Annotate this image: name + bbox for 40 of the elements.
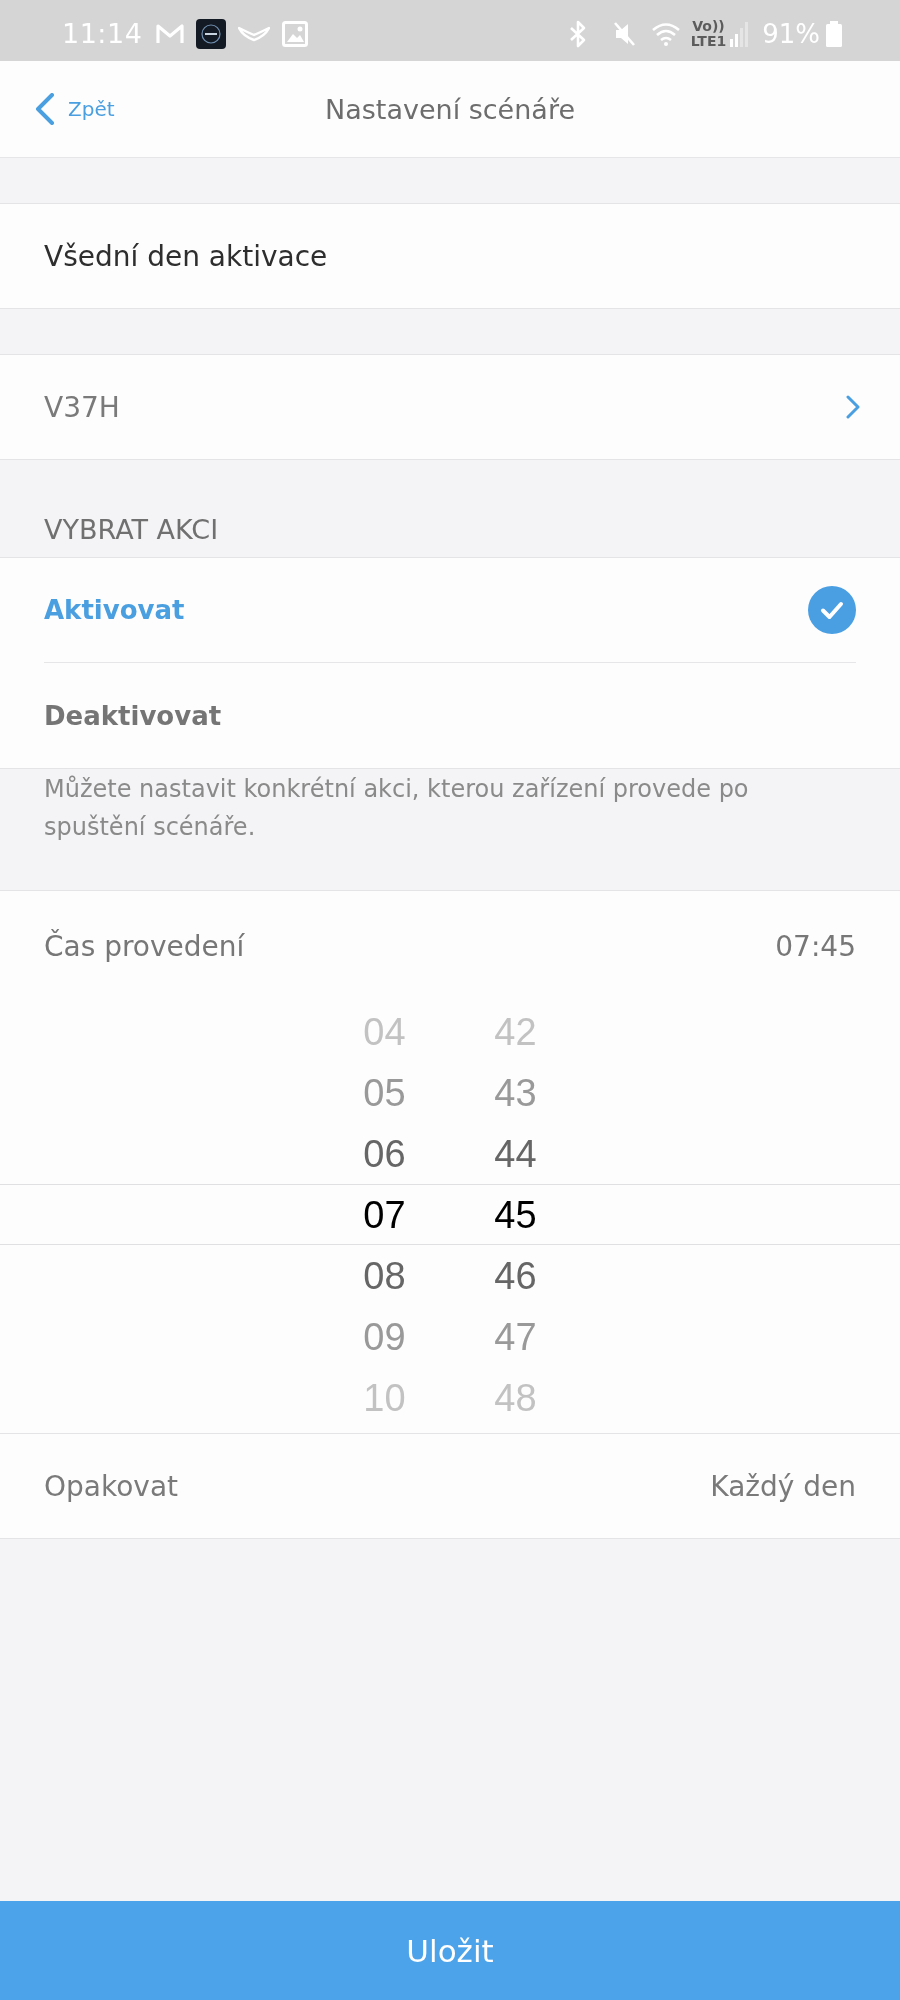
wifi-icon <box>650 21 681 46</box>
minute-option[interactable]: 48 <box>494 1368 537 1429</box>
hour-option[interactable]: 08 <box>363 1246 406 1307</box>
time-value: 07:45 <box>775 930 856 963</box>
chevron-right-icon <box>846 395 860 419</box>
time-label: Čas provedení <box>44 930 245 963</box>
image-icon <box>282 20 309 47</box>
minute-option[interactable]: 43 <box>494 1063 537 1124</box>
scenario-name-row[interactable]: Všední den aktivace <box>0 203 900 309</box>
minute-option[interactable]: 45 <box>494 1185 537 1246</box>
minute-option[interactable]: 44 <box>494 1124 537 1185</box>
hour-option[interactable]: 05 <box>363 1063 406 1124</box>
hour-option[interactable]: 10 <box>363 1368 406 1429</box>
device-row[interactable]: V37H <box>0 354 900 460</box>
check-icon <box>808 586 856 634</box>
hour-option[interactable]: 06 <box>363 1124 406 1185</box>
hour-option[interactable]: 09 <box>363 1307 406 1368</box>
screen-title: Nastavení scénáře <box>325 93 575 125</box>
help-text: Můžete nastavit konkrétní akci, kterou zařízení provede po spuštění scénáře. <box>44 774 750 843</box>
battery-icon <box>826 20 842 47</box>
mute-icon <box>612 20 635 47</box>
bluetooth-icon <box>568 19 587 48</box>
repeat-value: Každý den <box>710 1469 856 1503</box>
signal-icon <box>730 20 749 47</box>
back-button[interactable]: Zpět <box>0 89 115 129</box>
section-heading: VYBRAT AKCI <box>44 514 219 545</box>
repeat-row[interactable]: Opakovat Každý den <box>0 1433 900 1539</box>
minute-option[interactable]: 47 <box>494 1307 537 1368</box>
app-icon <box>196 18 227 49</box>
volte-label: Vo)) <box>692 18 725 34</box>
mail-icon <box>156 22 185 45</box>
chevron-left-icon <box>35 93 55 125</box>
wings-icon <box>238 25 271 42</box>
hour-option[interactable]: 07 <box>363 1185 406 1246</box>
minute-option[interactable]: 46 <box>494 1246 537 1307</box>
network-type-label: LTE1 <box>690 33 727 49</box>
save-button[interactable]: Uložit <box>0 1901 900 2000</box>
minute-option[interactable]: 42 <box>494 1002 537 1063</box>
hour-option[interactable]: 04 <box>363 1002 406 1063</box>
repeat-label: Opakovat <box>44 1469 179 1503</box>
